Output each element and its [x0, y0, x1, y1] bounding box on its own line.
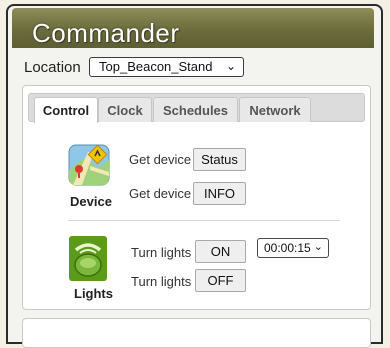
lights-row-2-label: Turn lights	[131, 274, 192, 289]
tab-network[interactable]: Network	[239, 97, 311, 122]
device-label: Device	[70, 194, 112, 209]
location-select[interactable]: Top_Beacon_Stand ⌄	[89, 57, 244, 77]
status-button[interactable]: Status	[193, 148, 246, 171]
location-label: Location	[24, 59, 81, 76]
tab-clock-label: Clock	[107, 103, 143, 118]
chevron-down-icon: ⌄	[313, 241, 323, 253]
tab-control-label: Control	[42, 103, 90, 118]
device-row-2-label: Get device	[129, 186, 192, 201]
control-panel: Control Clock Schedules Network Device G…	[22, 85, 371, 310]
lights-label: Lights	[74, 286, 113, 301]
tab-bar: Control Clock Schedules Network	[28, 93, 365, 123]
lights-off-button[interactable]: OFF	[195, 269, 246, 292]
location-value: Top_Beacon_Stand	[99, 59, 213, 74]
chevron-down-icon: ⌄	[225, 59, 236, 73]
info-button[interactable]: INFO	[193, 182, 246, 205]
tab-network-label: Network	[249, 103, 301, 118]
section-divider	[68, 220, 340, 221]
duration-value: 00:00:15	[264, 241, 311, 255]
tab-schedules-label: Schedules	[162, 103, 229, 118]
lights-row-1-label: Turn lights	[131, 245, 192, 260]
app-title: Commander	[32, 18, 180, 48]
duration-select[interactable]: 00:00:15 ⌄	[257, 238, 329, 258]
lower-panel	[22, 318, 371, 348]
title-bar: Commander	[12, 8, 374, 48]
device-row-1-label: Get device	[129, 152, 192, 167]
map-icon	[68, 144, 110, 186]
tab-control[interactable]: Control	[34, 97, 98, 123]
tab-clock[interactable]: Clock	[98, 97, 152, 122]
lamp-icon	[69, 236, 107, 281]
lights-on-button[interactable]: ON	[195, 240, 246, 263]
tab-schedules[interactable]: Schedules	[153, 97, 238, 122]
